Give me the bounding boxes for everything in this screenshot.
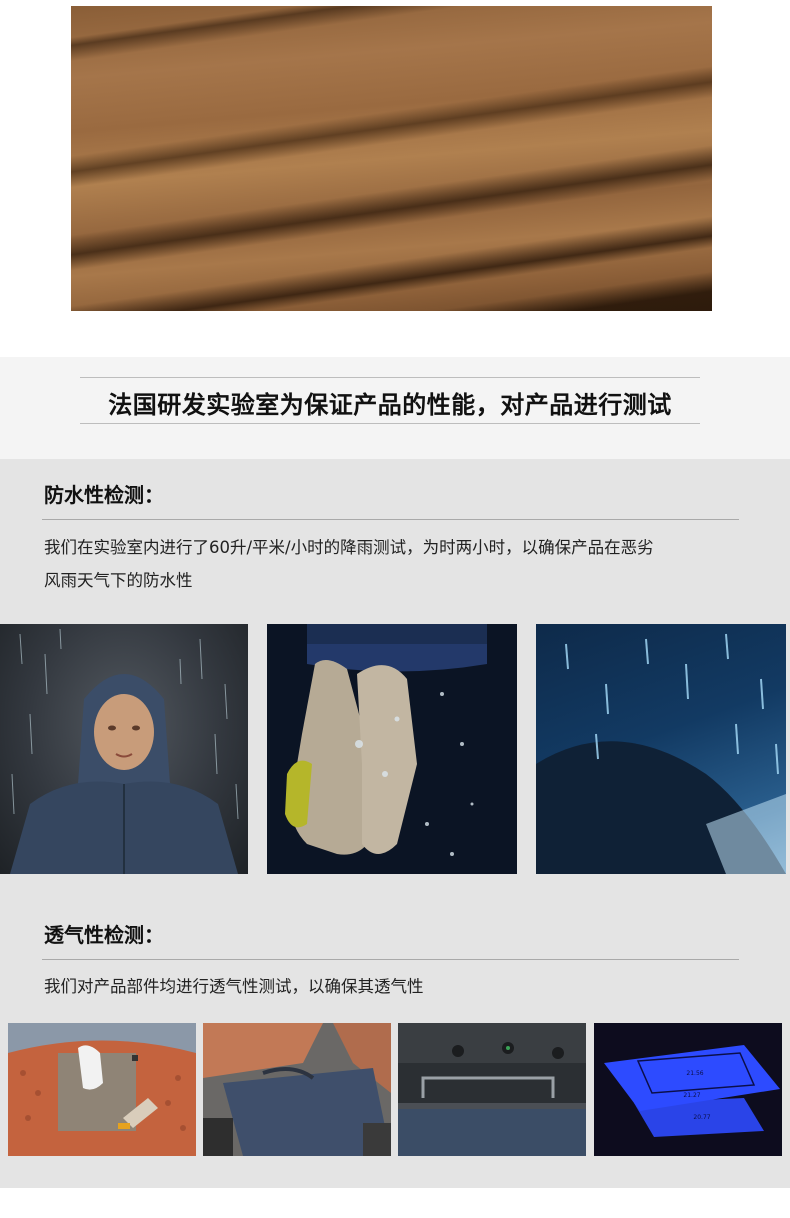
panel-reading-2: 21.27	[683, 1092, 700, 1099]
waterproof-rule	[42, 519, 739, 520]
waterproof-description-line1: 我们在实验室内进行了60升/平米/小时的降雨测试，为时两小时，以确保产品在恶劣	[44, 538, 654, 557]
panel-reading-3: 20.77	[693, 1114, 710, 1121]
breathability-title: 透气性检测：	[44, 923, 164, 947]
headline-text: 法国研发实验室为保证产品的性能，对产品进行测试	[108, 391, 672, 419]
headline-rule-bottom	[80, 423, 700, 424]
breathability-description: 我们对产品部件均进行透气性测试，以确保其透气性	[44, 977, 424, 996]
waterproof-title: 防水性检测：	[44, 483, 164, 507]
hand-water-photo	[267, 624, 517, 874]
mannequin-rain-photo	[0, 624, 248, 874]
panel-reading-1: 21.56	[686, 1070, 703, 1077]
waterproof-description-line2: 风雨天气下的防水性	[44, 571, 193, 590]
fabric-hero-image	[71, 6, 712, 311]
lab-equipment-photo	[398, 1023, 586, 1156]
breathability-rule	[42, 959, 739, 960]
rain-splash-photo	[536, 624, 786, 874]
fabric-template-photo	[8, 1023, 196, 1156]
blue-panel-photo: 21.56 21.27 20.77	[594, 1023, 782, 1156]
sewing-fabric-photo	[203, 1023, 391, 1156]
headline-rule-top	[80, 377, 700, 378]
headline-band: 法国研发实验室为保证产品的性能，对产品进行测试	[0, 357, 790, 459]
